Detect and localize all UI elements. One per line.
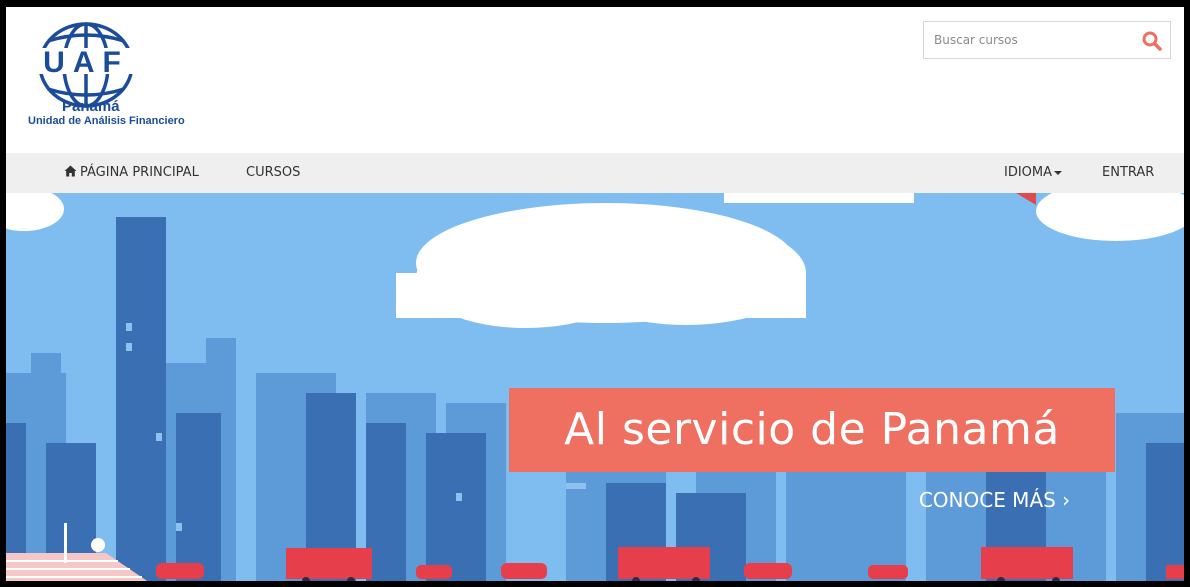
logo-country: Panamá	[62, 98, 120, 115]
main-navbar: PÁGINA PRINCIPAL CURSOS IDIOMA ENTRAR	[6, 153, 1184, 193]
hero-banner: Al servicio de Panamá CONOCE MÁS ›	[6, 193, 1184, 581]
home-icon	[64, 165, 77, 177]
search-input[interactable]	[924, 22, 1134, 58]
nav-language-label: IDIOMA	[1004, 165, 1053, 180]
hero-title: Al servicio de Panamá	[509, 388, 1115, 472]
nav-login-link[interactable]: ENTRAR	[1102, 153, 1154, 193]
nav-language-dropdown[interactable]: IDIOMA	[1004, 153, 1063, 193]
site-header: UAF Panamá Unidad de Análisis Financiero	[6, 7, 1184, 153]
browser-frame: UAF Panamá Unidad de Análisis Financiero…	[0, 0, 1190, 587]
nav-courses-link[interactable]: CURSOS	[246, 153, 300, 193]
search-button[interactable]	[1140, 29, 1164, 53]
nav-home-label: PÁGINA PRINCIPAL	[80, 165, 199, 180]
caret-down-icon	[1054, 170, 1063, 175]
nav-home-link[interactable]: PÁGINA PRINCIPAL	[64, 153, 199, 193]
logo-org-name: Unidad de Análisis Financiero	[28, 115, 185, 127]
svg-text:UAF: UAF	[43, 46, 129, 79]
search-icon	[1142, 31, 1162, 51]
learn-more-button[interactable]: CONOCE MÁS ›	[874, 481, 1115, 519]
search-box	[923, 21, 1171, 59]
